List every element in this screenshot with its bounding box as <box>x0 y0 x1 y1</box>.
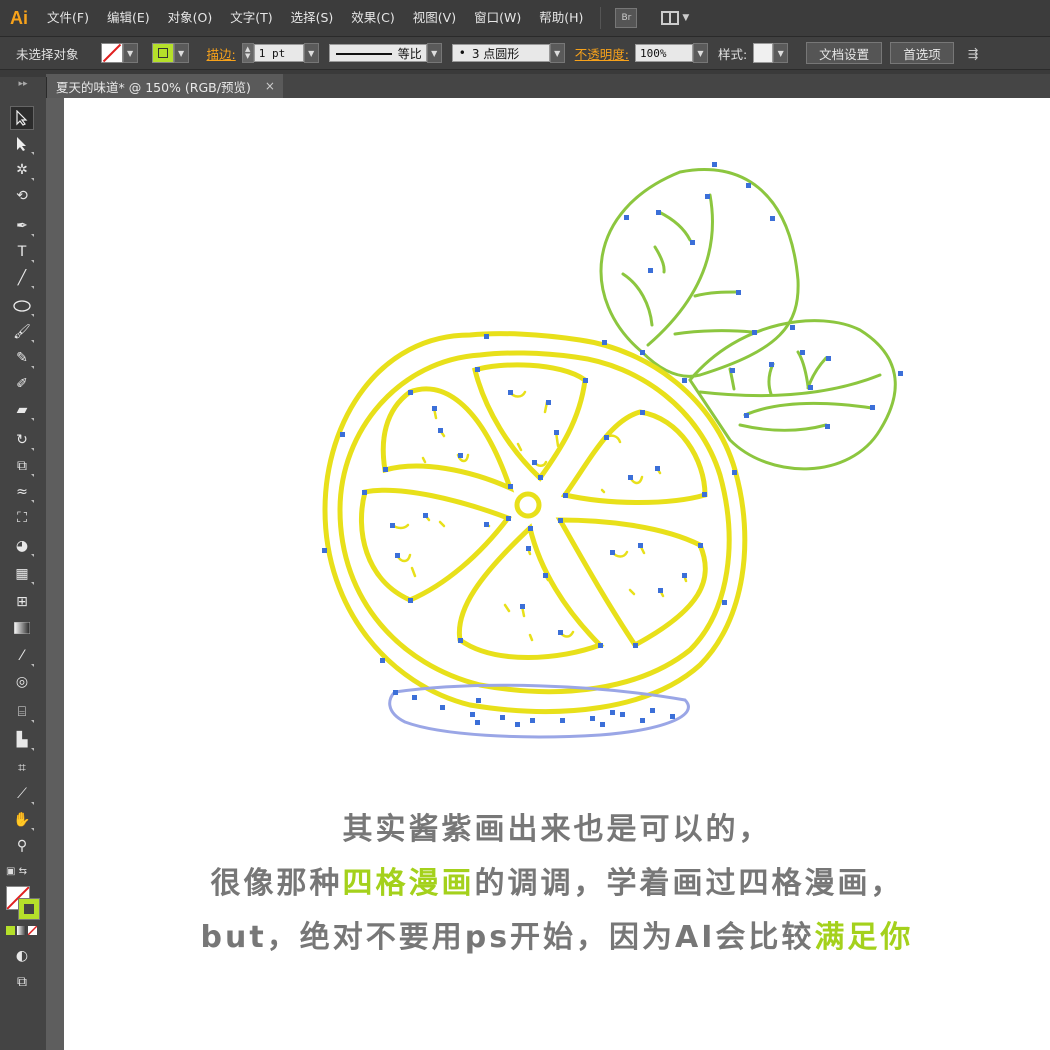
lemon <box>322 331 748 714</box>
leaves <box>599 167 897 471</box>
blob-brush-tool-icon[interactable]: ✐ <box>10 372 34 396</box>
symbol-sprayer-tool-icon[interactable]: ⌸ <box>10 700 34 724</box>
fill-dropdown[interactable]: ▼ <box>122 43 138 63</box>
lemon-illustration <box>322 162 903 739</box>
anchor-points <box>322 162 903 727</box>
menu-effect[interactable]: 效果(C) <box>342 0 403 36</box>
caption-line-1: 其实酱紫画出来也是可以的， <box>64 804 1050 848</box>
canvas-left-edge <box>46 98 64 1050</box>
caption-highlight-3: 满足你 <box>814 920 914 955</box>
opacity-field[interactable]: 100% <box>634 44 693 62</box>
blend-tool-icon[interactable]: ◎ <box>10 670 34 694</box>
hand-tool-icon[interactable]: ✋ <box>10 808 34 832</box>
menu-edit[interactable]: 编辑(E) <box>98 0 159 36</box>
caption-line-2: 很像那种四格漫画的调调，学着画过四格漫画， <box>64 858 1050 902</box>
stroke-weight-dropdown[interactable]: ▼ <box>303 43 319 63</box>
type-tool-icon[interactable]: T <box>10 240 34 264</box>
gradient-button[interactable] <box>17 926 26 935</box>
eraser-tool-icon[interactable]: ▰ <box>10 398 34 422</box>
brush-dot-icon: • <box>458 46 466 60</box>
selection-tool-icon[interactable] <box>10 106 34 130</box>
stroke-swatch[interactable] <box>151 43 174 63</box>
fill-swatch[interactable] <box>100 43 123 63</box>
color-mode-buttons[interactable] <box>6 926 40 936</box>
style-label: 样式: <box>717 46 748 62</box>
screen-mode-icon[interactable]: ⧉ <box>10 970 34 994</box>
caption-line-3: but，绝对不要用ps开始，因为AI会比较满足你 <box>64 912 1050 956</box>
document-title: 夏天的味道* @ 150% (RGB/预览) <box>56 79 251 95</box>
style-dropdown[interactable]: ▼ <box>773 43 789 63</box>
slice-tool-icon[interactable]: ⟋ <box>10 782 34 806</box>
stroke-color-box[interactable] <box>18 898 40 920</box>
document-tab-bar: 夏天的味道* @ 150% (RGB/预览) × <box>46 74 1050 98</box>
close-tab-icon[interactable]: × <box>265 79 275 93</box>
menu-file[interactable]: 文件(F) <box>38 0 98 36</box>
brush-definition[interactable]: • 3 点圆形 <box>451 44 550 62</box>
graphic-style-swatch[interactable] <box>753 43 774 63</box>
menu-object[interactable]: 对象(O) <box>159 0 222 36</box>
document-setup-button[interactable]: 文档设置 <box>806 42 883 64</box>
drawing-modes-icon[interactable]: ◐ <box>10 944 34 968</box>
document-tab[interactable]: 夏天的味道* @ 150% (RGB/预览) × <box>46 74 283 98</box>
direct-selection-tool-icon[interactable] <box>10 132 34 156</box>
workspace-switcher[interactable]: ▼ <box>661 11 689 25</box>
chevron-down-icon: ▼ <box>682 13 690 23</box>
menu-window[interactable]: 窗口(W) <box>465 0 530 36</box>
opacity-dropdown[interactable]: ▼ <box>692 43 708 63</box>
gradient-tool-icon[interactable] <box>10 616 34 640</box>
profile-dropdown[interactable]: ▼ <box>426 43 442 63</box>
bridge-button[interactable]: Br <box>615 8 638 28</box>
stroke-weight-stepper[interactable]: ▲ ▼ <box>241 43 254 63</box>
brush-dropdown[interactable]: ▼ <box>549 43 565 63</box>
menu-select[interactable]: 选择(S) <box>282 0 343 36</box>
free-transform-tool-icon[interactable]: ⛶ <box>10 506 34 530</box>
opacity-panel-link[interactable]: 不透明度: <box>575 44 629 63</box>
width-tool-icon[interactable]: ≈ <box>10 480 34 504</box>
menu-divider <box>600 7 602 29</box>
line-tool-icon[interactable]: ╱ <box>10 266 34 290</box>
zoom-tool-icon[interactable]: ⚲ <box>10 834 34 858</box>
none-button[interactable] <box>28 926 37 935</box>
perspective-grid-tool-icon[interactable]: ▦ <box>10 562 34 586</box>
paintbrush-tool-icon[interactable]: 🖌 <box>10 320 34 344</box>
column-graph-tool-icon[interactable]: ▙ <box>10 728 34 752</box>
stroke-dropdown[interactable]: ▼ <box>173 43 189 63</box>
stroke-panel-link[interactable]: 描边: <box>207 44 236 63</box>
lemon-seeds <box>390 390 688 642</box>
caption-highlight-2: 四格漫画 <box>342 866 475 901</box>
pen-tool-icon[interactable]: ✒ <box>10 214 34 238</box>
color-button[interactable] <box>6 926 15 935</box>
rotate-tool-icon[interactable]: ↻ <box>10 428 34 452</box>
mesh-tool-icon[interactable]: ⊞ <box>10 590 34 614</box>
ellipse-tool-icon[interactable] <box>10 294 34 318</box>
shape-builder-tool-icon[interactable]: ◕ <box>10 534 34 558</box>
align-options-icon[interactable]: ⇶ <box>968 46 978 61</box>
caption-text-2a: 很像那种 <box>210 866 343 901</box>
swap-colors-icon[interactable]: ▣ ⇆ <box>6 866 40 880</box>
selection-status: 未选择对象 <box>16 46 79 62</box>
profile-label: 等比 <box>397 46 422 61</box>
artboard[interactable]: 其实酱紫画出来也是可以的， 很像那种四格漫画的调调，学着画过四格漫画， but，… <box>64 98 1050 1050</box>
menu-type[interactable]: 文字(T) <box>221 0 281 36</box>
layout-grid-icon <box>661 11 680 25</box>
preferences-button[interactable]: 首选项 <box>890 42 954 64</box>
stroke-weight-field[interactable]: 1 pt <box>253 44 304 62</box>
magic-wand-tool-icon[interactable]: ✲ <box>10 158 34 182</box>
pencil-tool-icon[interactable]: ✎ <box>10 346 34 370</box>
caption-text-3a: but，绝对不要用ps开始，因为AI会比较 <box>200 920 815 955</box>
control-bar: 未选择对象 ▼ ▼ 描边: ▲ ▼ 1 pt ▼ 等比 ▼ • 3 点圆形 ▼ 不透… <box>0 37 1050 70</box>
brush-label: 3 点圆形 <box>471 46 520 61</box>
caption-text-1: 其实酱紫画出来也是可以的， <box>342 812 772 847</box>
variable-width-profile[interactable]: 等比 <box>328 44 427 62</box>
app-logo: Ai <box>10 7 28 28</box>
caption-text-2b: 的调调，学着画过四格漫画， <box>474 866 904 901</box>
scale-tool-icon[interactable]: ⧉ <box>10 454 34 478</box>
panel-grip-icon[interactable]: ▸▸ <box>0 77 46 97</box>
menu-help[interactable]: 帮助(H) <box>530 0 592 36</box>
menu-view[interactable]: 视图(V) <box>404 0 465 36</box>
lasso-tool-icon[interactable]: ⟲ <box>10 184 34 208</box>
eyedropper-tool-icon[interactable]: ⁄ <box>10 644 34 668</box>
menu-bar: Ai 文件(F) 编辑(E) 对象(O) 文字(T) 选择(S) 效果(C) 视… <box>0 0 1050 37</box>
artboard-tool-icon[interactable]: ⌗ <box>10 756 34 780</box>
